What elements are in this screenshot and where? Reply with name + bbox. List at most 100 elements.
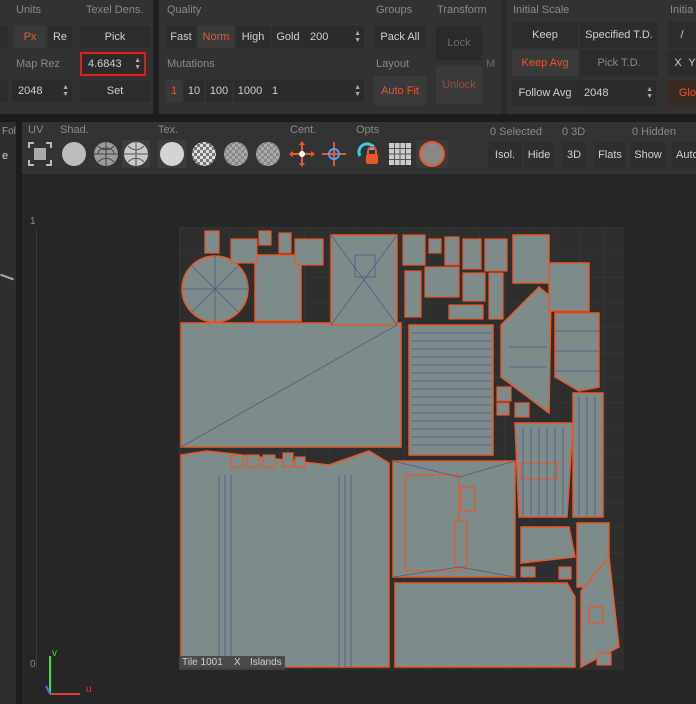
re-button[interactable]: Re bbox=[48, 26, 72, 48]
texel-density-value: 4.6843 bbox=[88, 58, 122, 70]
unlock-button[interactable]: Unlock bbox=[436, 66, 482, 104]
lock-rotate-icon[interactable] bbox=[354, 140, 382, 168]
ruler-bottom-label: 0 bbox=[30, 659, 36, 670]
spinner-icon[interactable]: ▲ ▼ bbox=[354, 84, 361, 98]
checker-3-icon[interactable] bbox=[254, 140, 282, 168]
divider bbox=[501, 0, 507, 114]
glo-button[interactable]: Glo bbox=[668, 80, 696, 106]
uv-island bbox=[512, 234, 550, 284]
mutation-10[interactable]: 10 bbox=[184, 80, 204, 102]
spinner-icon[interactable]: ▲ ▼ bbox=[134, 57, 141, 71]
mutation-value-input[interactable]: 1 ▲ ▼ bbox=[266, 80, 364, 102]
spinner-icon[interactable]: ▲ ▼ bbox=[62, 84, 69, 98]
selected-count: 0 Selected bbox=[490, 126, 542, 138]
spinner-icon[interactable]: ▲ ▼ bbox=[354, 30, 361, 44]
left-edge-button[interactable] bbox=[0, 26, 8, 48]
mutation-value: 1 bbox=[272, 85, 279, 97]
slash-button[interactable]: / bbox=[668, 22, 696, 48]
x-button[interactable]: X bbox=[668, 50, 688, 76]
m-label: M bbox=[486, 58, 496, 70]
maprez-input[interactable]: 2048 ▲ ▼ bbox=[12, 80, 72, 102]
uv-island bbox=[484, 238, 508, 272]
keep-avg-button[interactable]: Keep Avg bbox=[512, 50, 578, 76]
hide-button[interactable]: Hide bbox=[524, 142, 554, 168]
uv-island bbox=[596, 652, 612, 666]
uv-island bbox=[444, 236, 460, 266]
uv-island bbox=[262, 454, 276, 468]
frame-icon[interactable] bbox=[26, 140, 54, 168]
uv-island bbox=[282, 452, 294, 468]
uv-island bbox=[548, 262, 590, 312]
layout-header: Layout bbox=[376, 58, 410, 70]
auto-button[interactable]: Auto bbox=[672, 142, 696, 168]
show-button[interactable]: Show bbox=[630, 142, 666, 168]
pack-all-button[interactable]: Pack All bbox=[374, 26, 426, 48]
uv-island bbox=[558, 566, 572, 580]
color-sphere-icon[interactable] bbox=[416, 140, 448, 168]
gold-value: 200 bbox=[310, 31, 329, 43]
uv-island bbox=[294, 238, 324, 266]
uv-island bbox=[230, 238, 258, 264]
groups-header: Groups bbox=[376, 4, 413, 16]
keep-button[interactable]: Keep bbox=[512, 22, 578, 48]
uv-island bbox=[180, 450, 390, 668]
uv-island bbox=[514, 402, 530, 418]
uv-island bbox=[278, 232, 292, 254]
uv-island bbox=[496, 402, 510, 416]
tex-label: Tex. bbox=[158, 124, 179, 136]
lock-button[interactable]: Lock bbox=[436, 26, 482, 60]
uv-island bbox=[294, 456, 306, 468]
follow-avg-input[interactable]: 2048 ▲ ▼ bbox=[578, 80, 656, 106]
specified-td-button[interactable]: Specified T.D. bbox=[580, 22, 658, 48]
spinner-icon[interactable]: ▲ ▼ bbox=[646, 86, 653, 100]
uv-island bbox=[520, 566, 536, 578]
pick-td-button[interactable]: Pick T.D. bbox=[580, 50, 658, 76]
flats-button[interactable]: Flats bbox=[594, 142, 626, 168]
glo-label: Glo bbox=[678, 87, 696, 99]
uv-island bbox=[448, 304, 484, 320]
uv-island bbox=[408, 324, 494, 456]
gold-value-input[interactable]: 200 ▲ ▼ bbox=[304, 26, 364, 48]
3d-button[interactable]: 3D bbox=[562, 142, 586, 168]
texture-off-icon[interactable] bbox=[158, 140, 186, 168]
mutation-1000[interactable]: 1000 bbox=[234, 80, 266, 102]
uv-island bbox=[588, 606, 604, 624]
left-strip-label-e: e bbox=[2, 150, 9, 162]
cent-label: Cent. bbox=[290, 124, 317, 136]
tile-label: Tile 1001 bbox=[182, 657, 223, 668]
uv-island bbox=[572, 392, 604, 518]
texel-density-input[interactable]: 4.6843 ▲ ▼ bbox=[80, 52, 146, 76]
y-button[interactable]: Y bbox=[688, 50, 696, 76]
texel-set-button[interactable]: Set bbox=[80, 80, 150, 102]
quality-high[interactable]: High bbox=[236, 26, 270, 48]
gap-band bbox=[0, 114, 696, 122]
quality-header: Quality bbox=[167, 4, 202, 16]
ruler bbox=[36, 230, 37, 670]
uv-tile[interactable] bbox=[179, 227, 624, 670]
uv-island bbox=[554, 312, 600, 392]
uv-island bbox=[424, 266, 460, 298]
follow-avg-button[interactable]: Follow Avg bbox=[512, 80, 578, 106]
checker-icon[interactable] bbox=[190, 140, 218, 168]
shade-wire-icon[interactable] bbox=[122, 140, 150, 168]
axis-u-label: u bbox=[86, 684, 92, 695]
tile-x-label: X bbox=[234, 657, 241, 668]
mutation-1[interactable]: 1 bbox=[166, 80, 182, 102]
uv-island bbox=[402, 234, 426, 266]
wireframe-icon[interactable] bbox=[92, 140, 120, 168]
mutation-100[interactable]: 100 bbox=[206, 80, 232, 102]
texel-pick-button[interactable]: Pick bbox=[80, 26, 150, 48]
center-icon[interactable] bbox=[288, 140, 316, 168]
checker-2-icon[interactable] bbox=[222, 140, 250, 168]
left-edge-button[interactable] bbox=[0, 80, 8, 102]
isolate-button[interactable]: Isol. bbox=[488, 142, 522, 168]
center-2-icon[interactable] bbox=[320, 140, 348, 168]
auto-fit-button[interactable]: Auto Fit bbox=[374, 76, 426, 106]
quality-norm[interactable]: Norm bbox=[198, 26, 234, 48]
quality-gold[interactable]: Gold bbox=[272, 26, 304, 48]
px-button[interactable]: Px bbox=[14, 26, 46, 48]
shade-flat-icon[interactable] bbox=[60, 140, 88, 168]
three-d-count: 0 3D bbox=[562, 126, 586, 138]
quality-fast[interactable]: Fast bbox=[166, 26, 196, 48]
grid-icon[interactable] bbox=[386, 140, 414, 168]
